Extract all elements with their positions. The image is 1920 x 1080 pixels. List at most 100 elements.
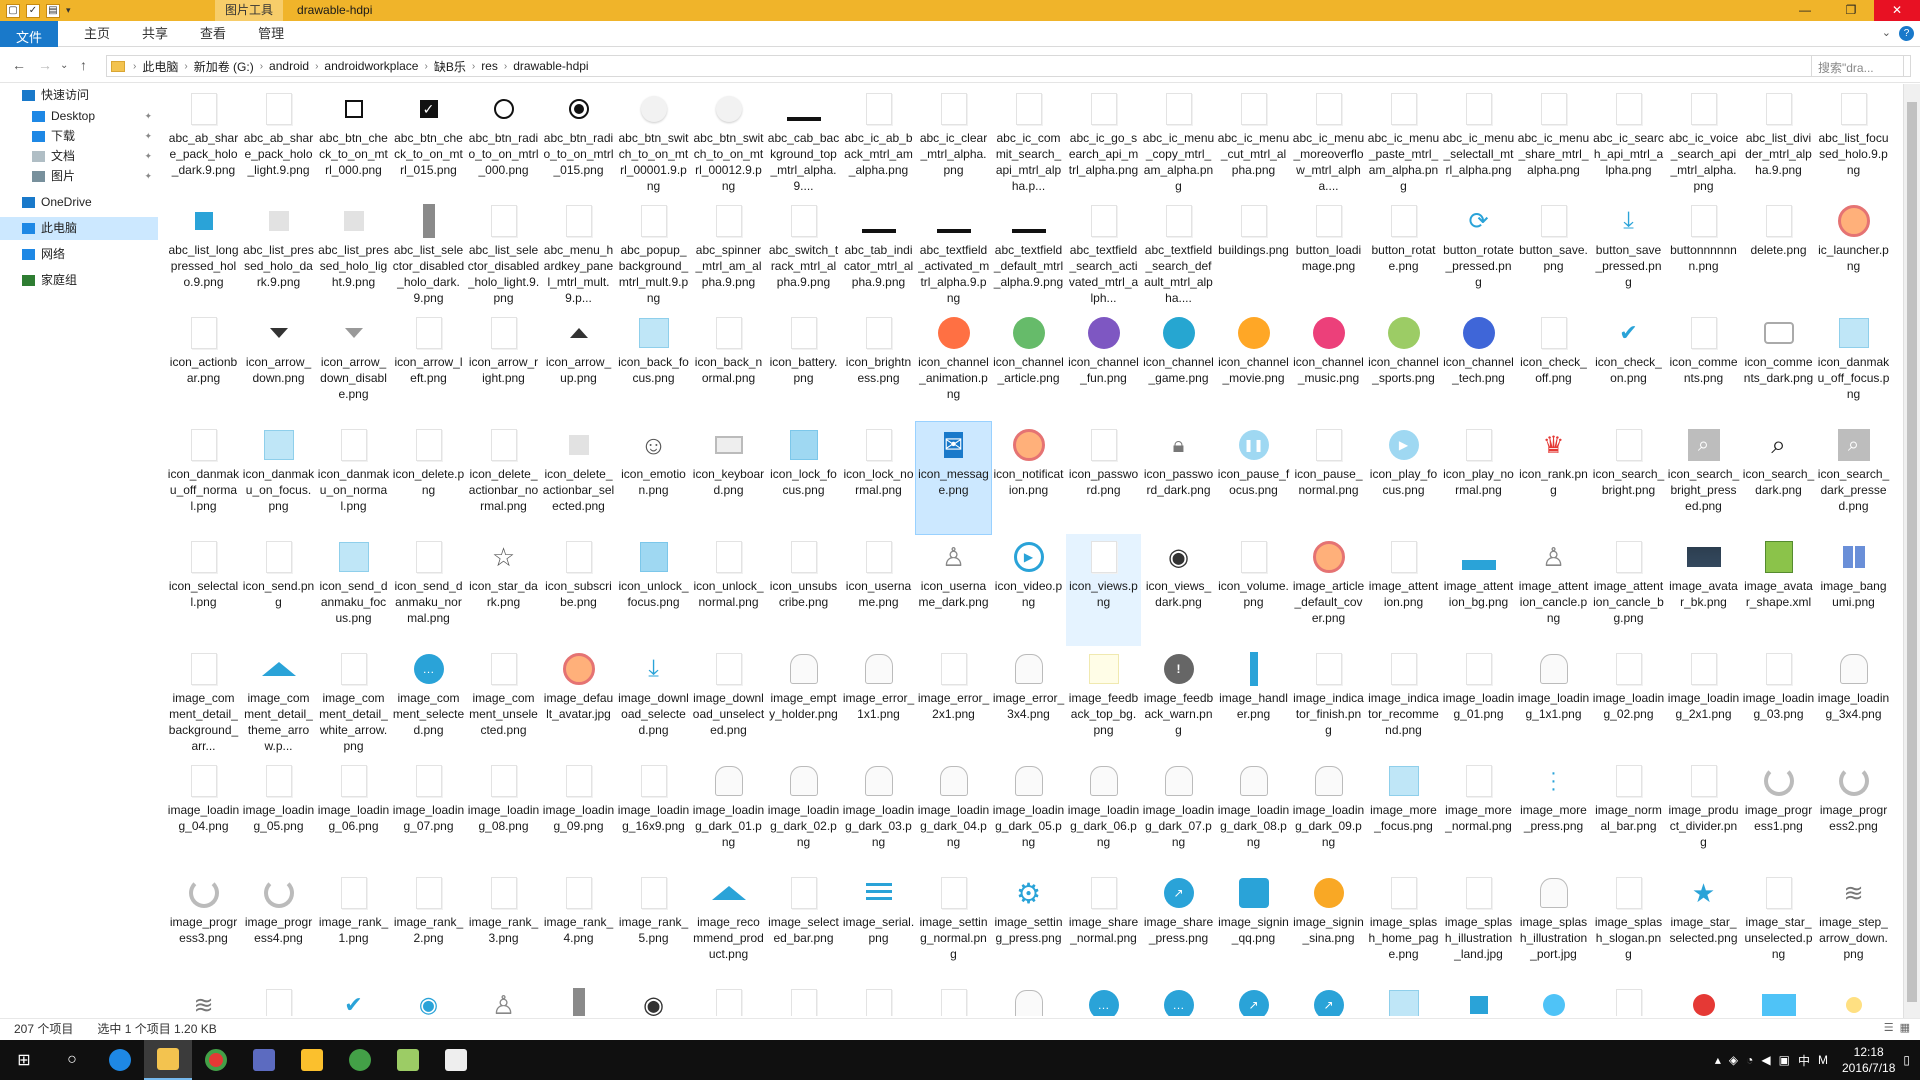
explorer-icon[interactable] [144, 1040, 192, 1080]
file-item[interactable]: icon_danmaku_off_normal.png [166, 422, 241, 534]
file-item[interactable]: abc_switch_track_mtrl_alpha.9.png [766, 198, 841, 310]
file-item[interactable]: image_more_focus.png [1366, 758, 1441, 870]
file-item[interactable]: image_serial.png [841, 870, 916, 982]
picture-tools-tab[interactable]: 图片工具 [215, 0, 284, 21]
file-item[interactable]: …overlay_co [1066, 982, 1141, 1016]
shield-icon[interactable]: ◈ [1729, 1053, 1738, 1067]
file-item[interactable]: ◉image_vie [616, 982, 691, 1017]
file-item[interactable]: abc_cab_background_top_mtrl_alpha.9.... [766, 86, 841, 198]
file-item[interactable]: ≋ image_step_arrow_down.png [1816, 870, 1891, 982]
address-field[interactable]: › 此电脑 › 新加卷 (G:) › android › androidwork… [106, 55, 1904, 77]
qat-dropdown-icon[interactable]: ▾ [66, 5, 71, 16]
file-item[interactable]: image_rank_1.png [316, 870, 391, 982]
up-arrow-icon[interactable]: ↑ [80, 57, 87, 73]
file-item[interactable]: icon_keyboard.png [691, 422, 766, 534]
tab-share[interactable]: 共享 [126, 21, 184, 47]
file-item[interactable]: image_handler.png [1216, 646, 1291, 758]
file-item[interactable]: icon_battery.png [766, 310, 841, 422]
file-item[interactable]: image_recommend_product.png [691, 870, 766, 982]
file-item[interactable]: image_whi [691, 982, 766, 1016]
file-item[interactable]: icon_channel_movie.png [1216, 310, 1291, 422]
network-icon[interactable]: ◔ [1746, 1053, 1753, 1067]
file-item[interactable]: image_rank_2.png [391, 870, 466, 982]
file-item[interactable]: buttonnnnnnn.png [1666, 198, 1741, 310]
breadcrumb-separator[interactable]: › [260, 61, 263, 72]
file-item[interactable]: image_attention_bg.png [1441, 534, 1516, 646]
file-item[interactable]: image_loading_dark_07.png [1141, 758, 1216, 870]
file-item[interactable]: image_star_unselected.png [1741, 870, 1816, 982]
file-item[interactable]: ≋image_ste [166, 982, 241, 1017]
app-icon[interactable] [240, 1040, 288, 1080]
forward-arrow-icon[interactable]: → [38, 57, 52, 73]
cortana-icon[interactable]: ○ [48, 1040, 96, 1080]
file-item[interactable]: ✓ abc_btn_check_to_on_mtrl_015.png [391, 86, 466, 198]
file-item[interactable]: image_comment_unselected.png [466, 646, 541, 758]
file-item[interactable]: ◉image_tim [391, 982, 466, 1016]
file-item[interactable]: abc_btn_radio_to_on_mtrl_000.png [466, 86, 541, 198]
file-item[interactable]: image_loading_dark_04.png [916, 758, 991, 870]
file-item[interactable]: icon_channel_article.png [991, 310, 1066, 422]
file-item[interactable]: loading.gif [991, 982, 1066, 1016]
tray-app-icon[interactable]: ▴ [1715, 1053, 1721, 1067]
breadcrumb-workplace[interactable]: androidworkplace [324, 59, 418, 73]
file-item[interactable]: abc_spinner_mtrl_am_alpha.9.png [691, 198, 766, 310]
file-item[interactable]: ⌕ icon_search_dark.png [1741, 422, 1816, 534]
file-item[interactable]: image_progress1.png [1741, 758, 1816, 870]
recent-dropdown-icon[interactable]: ⌄ [60, 60, 68, 71]
file-item[interactable]: icon_send_danmaku_normal.png [391, 534, 466, 646]
file-item[interactable]: abc_btn_switch_to_on_mtrl_00001.9.png [616, 86, 691, 198]
file-item[interactable]: icon_username.png [841, 534, 916, 646]
file-item[interactable]: page_notif [1666, 982, 1741, 1016]
file-item[interactable]: image_selected_bar.png [766, 870, 841, 982]
breadcrumb-separator[interactable]: › [472, 61, 475, 72]
file-item[interactable]: image_normal_bar.png [1591, 758, 1666, 870]
vertical-scrollbar[interactable] [1903, 84, 1920, 1018]
file-item[interactable]: image_feedback_top_bg.png [1066, 646, 1141, 758]
file-item[interactable]: icon_channel_sports.png [1366, 310, 1441, 422]
file-item[interactable]: icon_arrow_down.png [241, 310, 316, 422]
file-item[interactable]: image_loading_dark_03.png [841, 758, 916, 870]
file-item[interactable]: icon_selectall.png [166, 534, 241, 646]
file-item[interactable]: icon_lock_normal.png [841, 422, 916, 534]
file-item[interactable]: icon_channel_game.png [1141, 310, 1216, 422]
file-item[interactable]: ❚❚ icon_pause_focus.png [1216, 422, 1291, 534]
file-item[interactable]: abc_popup_background_mtrl_mult.9.png [616, 198, 691, 310]
breadcrumb-separator[interactable]: › [184, 61, 187, 72]
file-item[interactable]: ⤓ button_save_pressed.png [1591, 198, 1666, 310]
check-icon[interactable]: ✓ [26, 3, 40, 18]
file-item[interactable]: icon_back_focus.png [616, 310, 691, 422]
volume-icon[interactable]: ◀ [1761, 1053, 1770, 1067]
maximize-button[interactable]: ❐ [1828, 0, 1874, 21]
file-item[interactable]: image_loading_dark_05.png [991, 758, 1066, 870]
file-item[interactable]: ⌕ icon_search_dark_pressed.png [1816, 422, 1891, 534]
file-item[interactable]: image_article_default_cover.png [1291, 534, 1366, 646]
file-item[interactable]: image_signin_sina.png [1291, 870, 1366, 982]
file-item[interactable]: … image_comment_selected.png [391, 646, 466, 758]
file-item[interactable]: image_comment_detail_white_arrow.png [316, 646, 391, 758]
file-item[interactable]: image_error_2x1.png [916, 646, 991, 758]
sidebar-item-pictures[interactable]: 图片 ✦ [0, 165, 158, 188]
file-item[interactable]: abc_textfield_default_mtrl_alpha.9.png [991, 198, 1066, 310]
file-item[interactable]: icon_volume.png [1216, 534, 1291, 646]
file-item[interactable]: image_loading_dark_06.png [1066, 758, 1141, 870]
breadcrumb-android[interactable]: android [269, 59, 309, 73]
file-item[interactable]: icon_comments_dark.png [1741, 310, 1816, 422]
file-item[interactable]: ↗ image_share_press.png [1141, 870, 1216, 982]
file-item[interactable]: abc_ic_search_api_mtrl_alpha.png [1591, 86, 1666, 198]
file-item[interactable]: image_default_avatar.jpg [541, 646, 616, 758]
file-item[interactable]: 🔒︎ icon_password_dark.png [1141, 422, 1216, 534]
file-item[interactable]: icon_danmaku_on_normal.png [316, 422, 391, 534]
file-item[interactable]: image_progress2.png [1816, 758, 1891, 870]
photos-icon[interactable] [432, 1040, 480, 1080]
properties-icon[interactable]: ▢ [6, 3, 20, 18]
file-item[interactable]: overlay_ful [1366, 982, 1441, 1016]
file-item[interactable]: delete.png [1741, 198, 1816, 310]
file-item[interactable]: icon_search_bright.png [1591, 422, 1666, 534]
app3-icon[interactable] [336, 1040, 384, 1080]
file-item[interactable]: abc_btn_switch_to_on_mtrl_00012.9.png [691, 86, 766, 198]
file-item[interactable]: icon_back_normal.png [691, 310, 766, 422]
file-item[interactable]: image_loading_dark_02.png [766, 758, 841, 870]
file-item[interactable]: abc_ic_go_search_api_mtrl_alpha.png [1066, 86, 1141, 198]
search-input[interactable]: 搜索"dra... [1811, 55, 1911, 77]
file-item[interactable]: ▶ icon_play_focus.png [1366, 422, 1441, 534]
